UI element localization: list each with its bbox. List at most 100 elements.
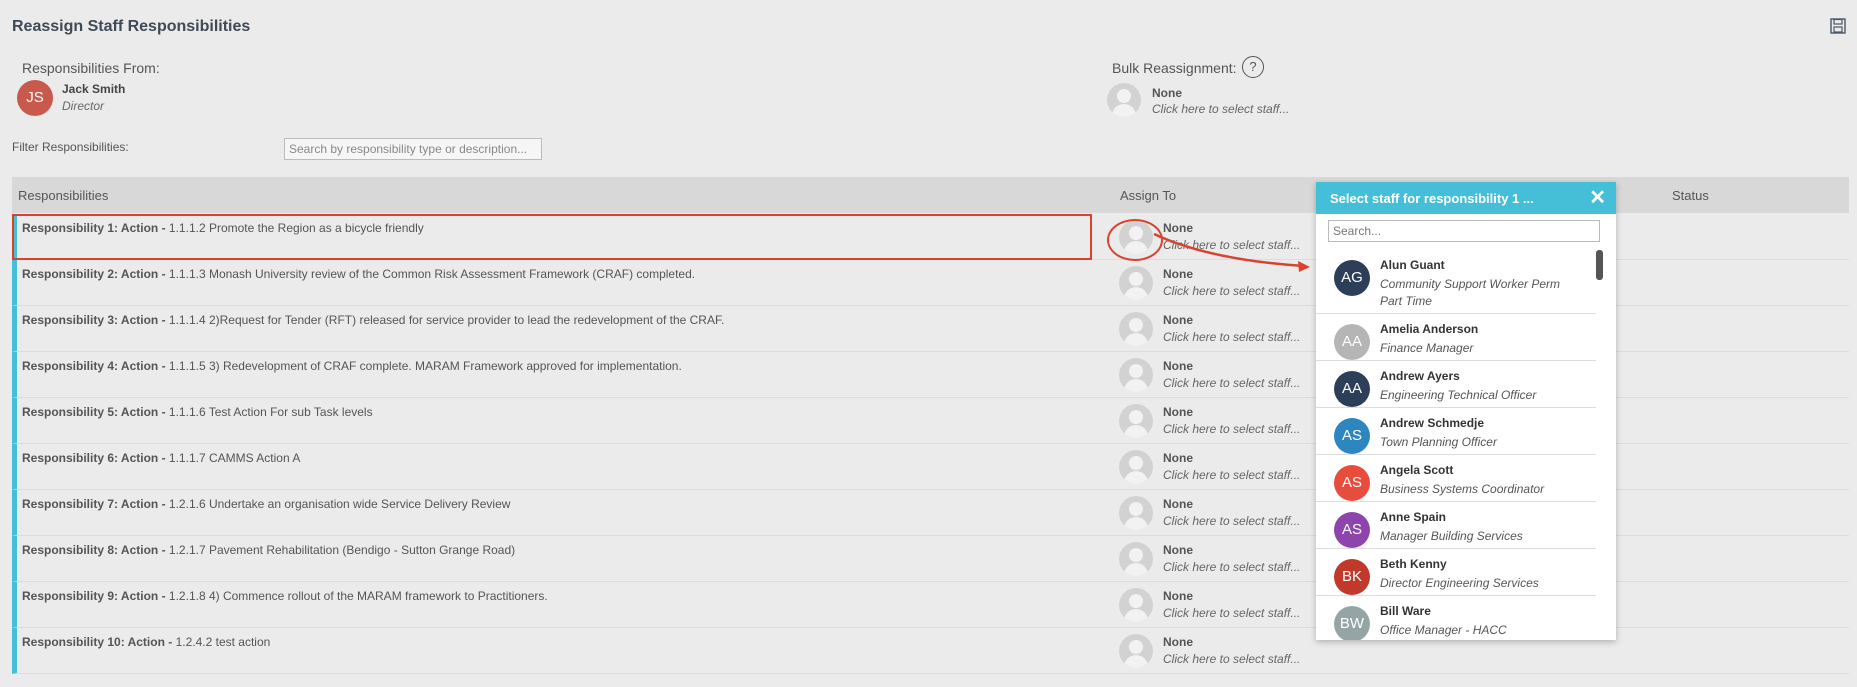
popup-scrollbar[interactable] — [1596, 250, 1603, 280]
staff-name: Andrew Ayers — [1380, 369, 1460, 383]
bulk-select-staff-link[interactable]: Click here to select staff... — [1152, 102, 1289, 116]
staff-search-input[interactable] — [1328, 220, 1600, 242]
staff-avatar: AS — [1334, 465, 1370, 501]
row-label: Responsibility 10: Action - — [22, 635, 173, 649]
bulk-assignee-name[interactable]: None — [1152, 86, 1182, 100]
annotation-arrow — [1153, 232, 1310, 272]
staff-avatar: AG — [1334, 260, 1370, 296]
from-role: Director — [62, 99, 105, 113]
row-label: Responsibility 6: Action - — [22, 451, 166, 465]
row-description: 1.2.1.7 Pavement Rehabilitation (Bendigo… — [168, 543, 516, 557]
select-staff-link[interactable]: Click here to select staff... — [1163, 468, 1300, 482]
help-icon[interactable]: ? — [1242, 56, 1264, 78]
page-title: Reassign Staff Responsibilities — [12, 18, 251, 35]
row-description: 1.2.1.8 4) Commence rollout of the MARAM… — [168, 589, 548, 603]
assignee-name[interactable]: None — [1163, 589, 1193, 603]
assignee-name[interactable]: None — [1163, 313, 1193, 327]
select-staff-link[interactable]: Click here to select staff... — [1163, 284, 1300, 298]
row-label: Responsibility 8: Action - — [22, 543, 166, 557]
staff-role: Community Support Worker Perm Part Time — [1380, 277, 1561, 308]
staff-item[interactable]: BK Beth Kenny Director Engineering Servi… — [1316, 549, 1596, 596]
select-staff-link[interactable]: Click here to select staff... — [1163, 376, 1300, 390]
staff-name: Andrew Schmedje — [1380, 416, 1485, 430]
assignee-person-icon[interactable] — [1119, 588, 1153, 622]
bulk-reassignment-label: Bulk Reassignment: — [1112, 60, 1237, 76]
staff-avatar: AA — [1334, 324, 1370, 360]
staff-item[interactable]: AA Amelia Anderson Finance Manager — [1316, 314, 1596, 361]
staff-name: Beth Kenny — [1380, 557, 1447, 571]
staff-name: Anne Spain — [1380, 510, 1447, 524]
from-name: Jack Smith — [62, 82, 126, 96]
filter-label: Filter Responsibilities: — [12, 140, 129, 154]
row-description: 1.1.1.6 Test Action For sub Task levels — [168, 405, 373, 419]
assignee-person-icon[interactable] — [1119, 404, 1153, 438]
row-label: Responsibility 3: Action - — [22, 313, 166, 327]
staff-name: Bill Ware — [1380, 604, 1431, 618]
staff-name: Angela Scott — [1380, 463, 1454, 477]
staff-avatar: BK — [1334, 559, 1370, 595]
header-status: Status — [1672, 188, 1709, 203]
row-label: Responsibility 5: Action - — [22, 405, 166, 419]
staff-role: Business Systems Coordinator — [1380, 482, 1545, 496]
select-staff-link[interactable]: Click here to select staff... — [1163, 330, 1300, 344]
staff-role: Manager Building Services — [1380, 529, 1523, 543]
staff-item[interactable]: AS Angela Scott Business Systems Coordin… — [1316, 455, 1596, 502]
row-description: 1.2.1.6 Undertake an organisation wide S… — [168, 497, 511, 511]
popup-header: Select staff for responsibility 1 ... ✕ — [1316, 182, 1616, 214]
row-label: Responsibility 4: Action - — [22, 359, 166, 373]
row-label: Responsibility 7: Action - — [22, 497, 166, 511]
staff-role: Engineering Technical Officer — [1380, 388, 1537, 402]
row-highlight-annotation — [12, 214, 1092, 260]
responsibilities-from-label: Responsibilities From: — [22, 60, 160, 76]
staff-item[interactable]: BW Bill Ware Office Manager - HACC — [1316, 596, 1596, 640]
row-description: 1.1.1.4 2)Request for Tender (RFT) relea… — [168, 313, 725, 327]
staff-role: Town Planning Officer — [1380, 435, 1497, 449]
assignee-name[interactable]: None — [1163, 405, 1193, 419]
assignee-person-icon[interactable] — [1119, 266, 1153, 300]
select-staff-link[interactable]: Click here to select staff... — [1163, 560, 1300, 574]
staff-role: Director Engineering Services — [1380, 576, 1539, 590]
row-label: Responsibility 9: Action - — [22, 589, 166, 603]
row-description: 1.1.1.7 CAMMS Action A — [168, 451, 301, 465]
row-description: 1.1.1.3 Monash University review of the … — [168, 267, 696, 281]
row-description: 1.2.4.2 test action — [175, 635, 271, 649]
staff-role: Finance Manager — [1380, 341, 1474, 355]
row-description: 1.1.1.5 3) Redevelopment of CRAF complet… — [168, 359, 682, 373]
staff-name: Amelia Anderson — [1380, 322, 1479, 336]
assignee-name[interactable]: None — [1163, 451, 1193, 465]
staff-name: Alun Guant — [1380, 258, 1445, 272]
assignee-person-icon[interactable] — [1119, 496, 1153, 530]
bulk-person-icon[interactable] — [1107, 83, 1141, 117]
assignee-name[interactable]: None — [1163, 359, 1193, 373]
assignee-person-icon[interactable] — [1119, 450, 1153, 484]
staff-avatar: BW — [1334, 606, 1370, 640]
select-staff-popup: Select staff for responsibility 1 ... ✕ … — [1316, 182, 1616, 640]
staff-item[interactable]: AS Anne Spain Manager Building Services — [1316, 502, 1596, 549]
close-icon[interactable]: ✕ — [1589, 187, 1606, 209]
assignee-person-icon[interactable] — [1119, 634, 1153, 668]
assignee-name[interactable]: None — [1163, 497, 1193, 511]
staff-avatar: AA — [1334, 371, 1370, 407]
filter-search-input[interactable] — [284, 138, 542, 160]
assignee-person-icon[interactable] — [1119, 358, 1153, 392]
header-assign-to: Assign To — [1120, 188, 1177, 203]
staff-item[interactable]: AA Andrew Ayers Engineering Technical Of… — [1316, 361, 1596, 408]
popup-title: Select staff for responsibility 1 ... — [1330, 191, 1534, 206]
select-staff-link[interactable]: Click here to select staff... — [1163, 652, 1300, 666]
row-label: Responsibility 2: Action - — [22, 267, 166, 281]
select-staff-link[interactable]: Click here to select staff... — [1163, 422, 1300, 436]
staff-role: Office Manager - HACC — [1380, 623, 1507, 637]
from-avatar: JS — [17, 80, 53, 116]
staff-item[interactable]: AG Alun Guant Community Support Worker P… — [1316, 250, 1596, 314]
assignee-person-icon[interactable] — [1119, 312, 1153, 346]
assignee-name[interactable]: None — [1163, 543, 1193, 557]
assignee-name[interactable]: None — [1163, 635, 1193, 649]
staff-avatar: AS — [1334, 512, 1370, 548]
assignee-person-icon[interactable] — [1119, 542, 1153, 576]
select-staff-link[interactable]: Click here to select staff... — [1163, 606, 1300, 620]
staff-avatar: AS — [1334, 418, 1370, 454]
save-icon[interactable] — [1830, 18, 1846, 34]
header-responsibilities: Responsibilities — [18, 188, 109, 203]
staff-item[interactable]: AS Andrew Schmedje Town Planning Officer — [1316, 408, 1596, 455]
select-staff-link[interactable]: Click here to select staff... — [1163, 514, 1300, 528]
